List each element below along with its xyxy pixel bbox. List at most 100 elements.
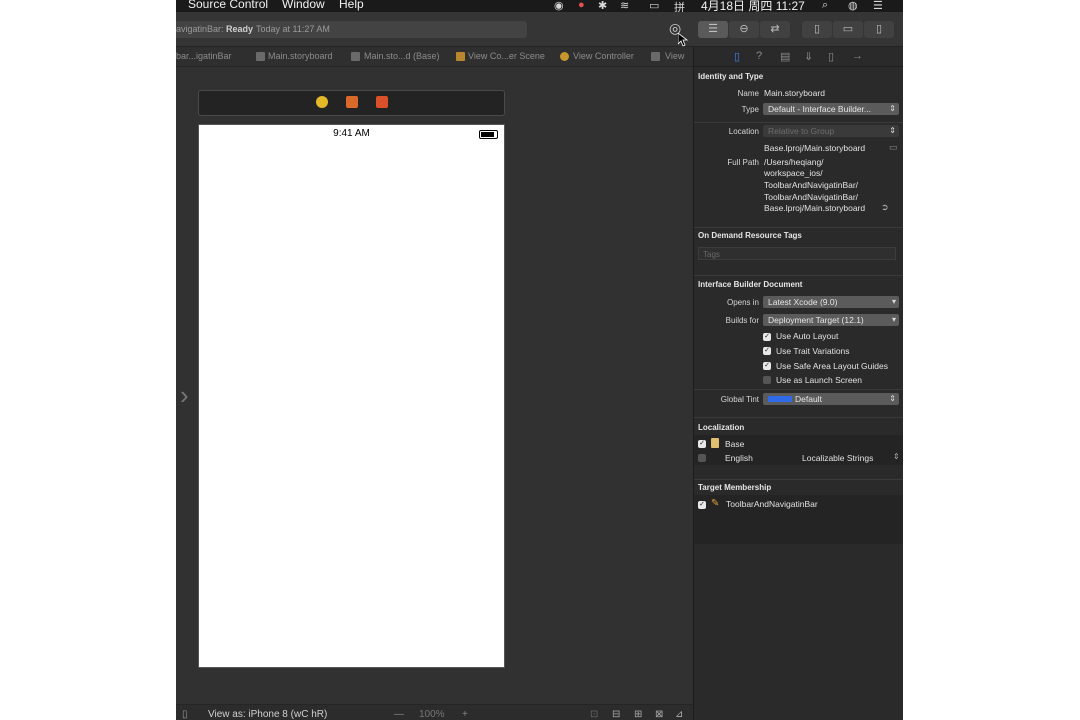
loc-english-checkbox[interactable]: ✓ (698, 454, 706, 462)
canvas-bottom-bar: ▯ View as: iPhone 8 (wC hR) — 100% + ⊡ ⊟… (176, 704, 693, 720)
crumb-view[interactable]: View (665, 51, 684, 61)
type-popup[interactable]: Default - Interface Builder... ⇕ (763, 103, 899, 115)
tags-input[interactable]: Tags (698, 247, 896, 260)
spotlight-icon[interactable]: ⌕ (822, 0, 828, 12)
name-label: Name (737, 89, 759, 98)
entry-point-arrow-icon[interactable]: › (180, 380, 189, 411)
add-constraints-icon[interactable]: ⊠ (655, 709, 663, 720)
menu-bar: Source Control Window Help ◉ ● ✱ ≋ ▭ 拼 4… (176, 0, 903, 14)
location-popup[interactable]: Relative to Group ⇕ (763, 125, 899, 137)
view-icon (651, 52, 660, 61)
app-status-icon[interactable]: ● (578, 0, 585, 11)
menu-help[interactable]: Help (339, 0, 364, 11)
full-path-line: ToolbarAndNavigatinBar/ (764, 180, 859, 190)
scene-dock (198, 90, 505, 116)
zoom-out-icon[interactable]: — (394, 709, 404, 720)
auto-layout-checkbox[interactable]: ✓ (763, 333, 771, 341)
popup-arrows-icon: ⇕ (889, 104, 896, 113)
divider (694, 389, 903, 390)
record-icon[interactable]: ◉ (554, 0, 564, 12)
outline-toggle-icon[interactable]: ▯ (182, 709, 188, 720)
connections-inspector-icon[interactable]: → (852, 50, 863, 62)
loc-base-checkbox[interactable]: ✓ (698, 440, 706, 448)
crumb-project[interactable]: bar...igatinBar (176, 51, 232, 61)
assistant-editor-button[interactable]: ⊖ (729, 21, 759, 38)
iphone-view[interactable]: 9:41 AM (198, 124, 505, 668)
reveal-in-finder-icon[interactable]: ➲ (881, 202, 889, 213)
storyboard-canvas[interactable]: › 9:41 AM (176, 67, 693, 704)
target-name: ToolbarAndNavigatinBar (726, 499, 818, 509)
battery-menu-icon[interactable]: ▭ (649, 0, 659, 12)
size-inspector-icon[interactable]: ▯ (828, 50, 834, 63)
exit-icon[interactable] (376, 96, 388, 108)
xcode-window: Source Control Window Help ◉ ● ✱ ≋ ▭ 拼 4… (176, 0, 903, 720)
safe-area-label: Use Safe Area Layout Guides (776, 361, 888, 371)
opens-in-value: Latest Xcode (9.0) (768, 297, 838, 307)
builds-for-value: Deployment Target (12.1) (768, 315, 864, 325)
builds-for-popup[interactable]: Deployment Target (12.1) ▾ (763, 314, 899, 326)
identity-inspector-icon[interactable]: ▤ (780, 50, 790, 63)
navigator-toggle-button[interactable]: ▯ (802, 21, 832, 38)
attributes-inspector-icon[interactable]: ⇓ (804, 50, 813, 63)
file-inspector-icon[interactable]: ▯ (734, 50, 740, 63)
wifi-icon[interactable]: ≋ (620, 0, 629, 12)
phone-battery-icon (479, 130, 498, 139)
resolve-issues-icon[interactable]: ⊿ (675, 709, 683, 720)
crumb-scene[interactable]: View Co...er Scene (468, 51, 545, 61)
crumb-storyboard-base[interactable]: Main.sto...d (Base) (364, 51, 440, 61)
crumb-storyboard[interactable]: Main.storyboard (268, 51, 333, 61)
full-path-line: ToolbarAndNavigatinBar/ (764, 192, 859, 202)
status-state: Ready (226, 24, 254, 34)
utilities-toggle-button[interactable]: ▯ (864, 21, 894, 38)
identity-section-title: Identity and Type (698, 72, 764, 81)
target-checkbox[interactable]: ✓ (698, 501, 706, 509)
popup-arrows-icon: ⇕ (889, 126, 896, 135)
view-as-device[interactable]: View as: iPhone 8 (wC hR) (208, 709, 327, 720)
activity-status: avigatinBar: Ready Today at 11:27 AM (176, 21, 527, 38)
loc-english-type[interactable]: Localizable Strings (802, 453, 873, 463)
menu-source-control[interactable]: Source Control (188, 0, 268, 11)
popup-arrows-icon[interactable]: ⇕ (893, 452, 900, 461)
full-path-line: /Users/heqiang/ (764, 157, 824, 167)
inspector-pane: ▯ ? ▤ ⇓ ▯ → Identity and Type Name Main.… (693, 47, 903, 720)
siri-icon[interactable]: ◍ (848, 0, 858, 12)
full-path-label: Full Path (727, 158, 759, 167)
global-tint-label: Global Tint (720, 395, 759, 404)
trait-variations-checkbox[interactable]: ✓ (763, 347, 771, 355)
type-label: Type (741, 105, 759, 114)
align-icon[interactable]: ⊞ (634, 709, 642, 720)
zoom-in-icon[interactable]: + (462, 709, 468, 720)
notification-center-icon[interactable]: ☰ (873, 0, 883, 12)
localization-section-title: Localization (698, 423, 745, 432)
opens-in-popup[interactable]: Latest Xcode (9.0) ▾ (763, 296, 899, 308)
type-popup-value: Default - Interface Builder... (768, 104, 871, 114)
on-demand-section-title: On Demand Resource Tags (698, 231, 802, 240)
trait-variations-label: Use Trait Variations (776, 346, 850, 356)
global-tint-popup[interactable]: Default ⇕ (763, 393, 899, 405)
view-controller-dock-icon[interactable] (316, 96, 328, 108)
quick-help-icon[interactable]: ? (756, 50, 762, 62)
name-value: Main.storyboard (764, 88, 825, 98)
builds-for-label: Builds for (725, 316, 759, 325)
menu-window[interactable]: Window (282, 0, 325, 11)
safe-area-checkbox[interactable]: ✓ (763, 362, 771, 370)
divider (694, 122, 903, 123)
bluetooth-icon[interactable]: ✱ (598, 0, 607, 12)
standard-editor-button[interactable]: ☰ (698, 21, 728, 38)
mouse-pointer-icon (678, 33, 688, 47)
crumb-view-controller[interactable]: View Controller (573, 51, 634, 61)
divider (694, 417, 903, 418)
launch-screen-checkbox[interactable]: ✓ (763, 376, 771, 384)
divider (694, 275, 903, 276)
opens-in-label: Opens in (726, 298, 759, 307)
embed-in-icon[interactable]: ⊟ (612, 709, 620, 720)
version-editor-button[interactable]: ⇄ (760, 21, 790, 38)
auto-layout-label: Use Auto Layout (776, 331, 839, 341)
first-responder-icon[interactable] (346, 96, 358, 108)
update-frames-icon[interactable]: ⊡ (590, 709, 598, 720)
debug-area-toggle-button[interactable]: ▭ (833, 21, 863, 38)
status-time: Today at 11:27 AM (256, 24, 330, 34)
app-target-icon: ✎ (711, 498, 720, 509)
folder-icon[interactable]: ▭ (889, 142, 898, 153)
jump-bar: bar...igatinBar Main.storyboard Main.sto… (176, 47, 693, 67)
